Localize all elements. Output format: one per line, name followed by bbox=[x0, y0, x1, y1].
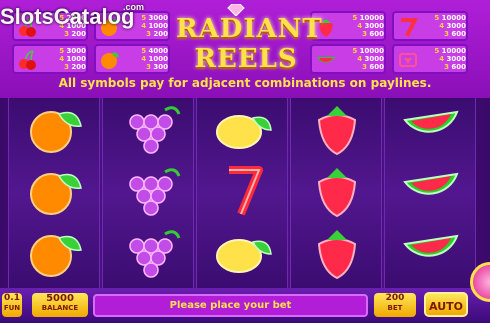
seven-icon bbox=[229, 166, 263, 216]
game-logo: RADIANT REELS bbox=[176, 2, 323, 74]
lemon-icon bbox=[216, 115, 272, 149]
seven-icon bbox=[401, 18, 419, 37]
strawberry-icon bbox=[317, 106, 357, 156]
grapes-icon bbox=[129, 230, 181, 278]
title-line-1: RADIANT bbox=[176, 14, 323, 44]
lemon-icon bbox=[216, 239, 272, 273]
message-bar: Please place your bet bbox=[93, 294, 368, 317]
reels-area bbox=[0, 98, 490, 288]
paytable-card: 5 10000 4 3000 3 600 bbox=[392, 44, 468, 74]
auto-button[interactable]: AUTO bbox=[424, 292, 468, 317]
coin-value-button[interactable]: 0.1 FUN bbox=[2, 293, 22, 317]
reel-3 bbox=[196, 98, 288, 288]
balance-display: 5000 BALANCE bbox=[32, 293, 88, 317]
watermelon-icon bbox=[403, 234, 459, 257]
paylines-banner: All symbols pay for adjacent combination… bbox=[58, 76, 432, 90]
grapes-icon bbox=[129, 168, 181, 216]
scatter-icon bbox=[399, 53, 417, 67]
watermark: SlotsCatalog .com bbox=[0, 2, 145, 29]
reel-4 bbox=[290, 98, 382, 288]
paytable-card: 5 10000 4 3000 3 600 bbox=[392, 11, 468, 41]
strawberry-icon bbox=[317, 168, 357, 218]
grapes-icon bbox=[129, 106, 181, 154]
orange-icon bbox=[30, 111, 82, 153]
paytable-card: 5 10000 4 3000 3 600 bbox=[310, 44, 386, 74]
watermelon-icon bbox=[403, 110, 459, 133]
paytable-header: 5 2000 4 1000 3 200 5 3000 4 1000 3 200 … bbox=[0, 0, 490, 98]
orange-icon bbox=[30, 173, 82, 215]
orange-icon bbox=[30, 235, 82, 277]
orange-icon bbox=[101, 52, 119, 69]
reel-2 bbox=[102, 98, 194, 288]
reel-1 bbox=[8, 98, 100, 288]
watermelon-icon bbox=[403, 172, 459, 195]
bet-button[interactable]: 200 BET bbox=[374, 293, 416, 317]
cherries-icon bbox=[19, 50, 36, 70]
reel-5 bbox=[384, 98, 476, 288]
watermelon-icon bbox=[317, 57, 335, 63]
paytable-card: 5 4000 4 1000 3 300 bbox=[94, 44, 170, 74]
strawberry-icon bbox=[317, 230, 357, 280]
title-line-2: REELS bbox=[194, 44, 298, 74]
paytable-card: 5 3000 4 1000 3 200 bbox=[12, 44, 88, 74]
